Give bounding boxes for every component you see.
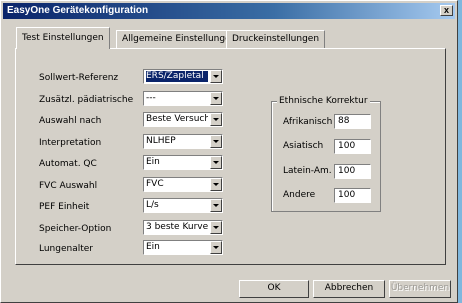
label-asiatisch: Asiatisch — [283, 141, 324, 151]
speicher-option-value: 3 beste Kurven — [146, 222, 208, 232]
interpretation-select[interactable]: NLHEP — [143, 134, 223, 149]
zusaetzl-paediatrische-value: --- — [146, 93, 156, 103]
sollwert-referenz-select[interactable]: ERS/Zapletal — [143, 69, 223, 84]
chevron-down-icon[interactable] — [210, 241, 222, 254]
pef-einheit-value: L/s — [146, 200, 159, 210]
auswahl-nach-select[interactable]: Beste Versuche — [143, 112, 223, 127]
label-speicher-option: Speicher-Option — [39, 224, 112, 234]
label-latein-am: Latein-Am. — [283, 166, 332, 176]
automat-qc-value: Ein — [146, 157, 160, 167]
ok-button[interactable]: OK — [239, 280, 309, 298]
sollwert-referenz-value: ERS/Zapletal — [146, 71, 208, 82]
label-pef-einheit: PEF Einheit — [39, 202, 90, 212]
label-fvc-auswahl: FVC Auswahl — [39, 181, 98, 191]
close-button[interactable]: x — [440, 5, 453, 16]
label-automat-qc: Automat. QC — [39, 159, 97, 169]
chevron-down-icon[interactable] — [210, 135, 222, 148]
label-auswahl-nach: Auswahl nach — [39, 116, 102, 126]
zusaetzl-paediatrische-select[interactable]: --- — [143, 91, 223, 106]
chevron-down-icon[interactable] — [210, 178, 222, 191]
label-zusaetzl-paediatrische: Zusätzl. pädiatrische — [39, 95, 134, 105]
pef-einheit-select[interactable]: L/s — [143, 198, 223, 213]
label-interpretation: Interpretation — [39, 138, 102, 148]
lungenalter-select[interactable]: Ein — [143, 240, 223, 255]
speicher-option-select[interactable]: 3 beste Kurven — [143, 220, 223, 235]
asiatisch-input[interactable]: 100 — [334, 139, 371, 154]
chevron-down-icon[interactable] — [210, 221, 222, 234]
afrikanisch-input[interactable]: 88 — [334, 114, 371, 129]
apply-button[interactable]: Übernehmen — [389, 280, 451, 298]
title-bar[interactable]: EasyOne Gerätekonfiguration x — [3, 3, 455, 19]
tab-allgemeine-einstellungen[interactable]: Allgemeine Einstellungen — [116, 30, 243, 48]
auswahl-nach-value: Beste Versuche — [146, 114, 208, 124]
automat-qc-select[interactable]: Ein — [143, 155, 223, 170]
cancel-button[interactable]: Abbrechen — [313, 280, 385, 298]
lungenalter-value: Ein — [146, 242, 160, 252]
label-lungenalter: Lungenalter — [39, 244, 93, 254]
interpretation-value: NLHEP — [146, 136, 176, 146]
fvc-auswahl-value: FVC — [146, 179, 164, 189]
andere-input[interactable]: 100 — [334, 188, 371, 203]
tab-druckeinstellungen[interactable]: Druckeinstellungen — [226, 30, 326, 48]
label-sollwert-referenz: Sollwert-Referenz — [39, 73, 119, 83]
chevron-down-icon[interactable] — [210, 70, 222, 83]
window-title: EasyOne Gerätekonfiguration — [7, 5, 149, 16]
latein-am-input[interactable]: 100 — [334, 164, 371, 179]
chevron-down-icon[interactable] — [210, 156, 222, 169]
label-andere: Andere — [283, 190, 316, 200]
fvc-auswahl-select[interactable]: FVC — [143, 177, 223, 192]
chevron-down-icon[interactable] — [210, 199, 222, 212]
label-afrikanisch: Afrikanisch — [283, 117, 333, 127]
chevron-down-icon[interactable] — [210, 113, 222, 126]
dialog-window: EasyOne Gerätekonfiguration x Test Einst… — [0, 0, 458, 303]
tab-test-einstellungen[interactable]: Test Einstellungen — [16, 27, 110, 49]
chevron-down-icon[interactable] — [210, 92, 222, 105]
ethnic-correction-title: Ethnische Korrektur — [277, 96, 370, 106]
